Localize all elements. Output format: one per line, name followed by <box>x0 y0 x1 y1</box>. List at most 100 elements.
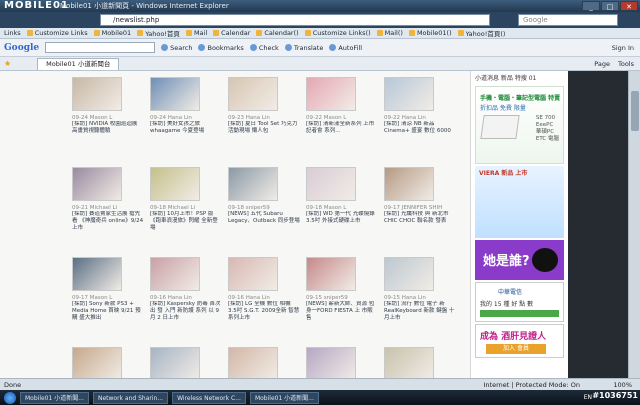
tools-menu[interactable]: Tools <box>618 60 634 68</box>
news-card[interactable] <box>384 347 454 378</box>
ad-who-is-she[interactable]: 她是誰? <box>475 240 564 280</box>
link-yahoo[interactable]: Yahoo!首頁 <box>137 28 180 38</box>
start-button-icon[interactable] <box>4 391 16 404</box>
news-card[interactable] <box>150 347 220 378</box>
news-card[interactable]: 09-15 sniper59 [NEWS] 嶄新大師、資源 包 身一FORD FI… <box>306 257 376 323</box>
news-thumbnail[interactable] <box>384 77 434 111</box>
news-title-link[interactable]: [NEWS] 嶄新大師、資源 包 身一FORD FIESTA 上 市販售 <box>306 301 378 323</box>
news-title-link[interactable]: [採訪] 清新漾全新系列 上市記者會 系列... <box>306 121 378 143</box>
news-thumbnail[interactable] <box>72 167 122 201</box>
join-button[interactable]: 加入 會員 <box>486 344 546 354</box>
link-calendar-2[interactable]: Calendar() <box>256 29 299 37</box>
news-thumbnail[interactable] <box>150 347 200 378</box>
translate-icon <box>284 44 292 51</box>
tab-mobile01[interactable]: Mobile01 小道新聞台 <box>37 57 120 70</box>
taskbar-item[interactable]: Mobile01 小道新聞... <box>20 391 89 404</box>
ad-laptop[interactable]: 手機・電腦・筆記型電腦 特賣 折扣品 免費 限量 SE 700 EeePC 華碩P… <box>475 86 564 164</box>
news-card[interactable]: 09-23 Hana Lin [採訪] 夏日 Tool Set 巧克力 活動現場 … <box>228 77 298 143</box>
ad-headline: 她是誰? <box>483 254 530 269</box>
link-mail[interactable]: Mail <box>185 29 207 37</box>
news-thumbnail[interactable] <box>72 77 122 111</box>
news-thumbnail[interactable] <box>72 347 122 378</box>
zoom-level[interactable]: 100% <box>613 381 632 389</box>
news-title-link[interactable]: [採訪] 美好女孩之旅 whaagame 今夏登場 <box>150 121 222 143</box>
link-mobile01[interactable]: Mobile01 <box>93 29 131 37</box>
google-toolbar: Google Search Bookmarks Check Translate … <box>0 39 640 57</box>
bookmarks-button[interactable]: Bookmarks <box>198 44 244 52</box>
news-title-link[interactable]: [採訪] NVIDIA 校園巡迴展 高畫質視聽體驗 <box>72 121 144 143</box>
news-thumbnail[interactable] <box>306 167 356 201</box>
favorites-star-icon[interactable]: ★ <box>4 59 11 68</box>
news-card[interactable]: 09-24 Mason L [採訪] NVIDIA 校園巡迴展 高畫質視聽體驗 <box>72 77 142 143</box>
page-menu[interactable]: Page <box>594 60 610 68</box>
news-card[interactable]: 09-17 JENNIFER SHIH [採訪] 光纖科技 與 新北市 CHIC … <box>384 167 454 233</box>
check-button[interactable]: Check <box>249 44 279 52</box>
signin-button[interactable]: Sign In <box>612 44 640 52</box>
check-icon <box>249 44 257 51</box>
news-title-link[interactable]: [採訪] Kaspersky 防毒 首次出 發 入門 新防護 系列 以 9月 2… <box>150 301 222 323</box>
google-search-input[interactable] <box>45 42 156 53</box>
link-customize-2[interactable]: Customize Links() <box>304 29 371 37</box>
news-card[interactable] <box>228 347 298 378</box>
link-mobile01-2[interactable]: Mobile01() <box>408 29 452 37</box>
news-title-link[interactable]: [採訪] 清涼 NB 新品 Cinema+ 盛宴 數位 6000 <box>384 121 456 143</box>
vertical-scrollbar[interactable] <box>628 71 640 378</box>
news-thumbnail[interactable] <box>150 257 200 291</box>
news-thumbnail[interactable] <box>228 77 278 111</box>
news-card[interactable]: 09-24 Hana Lin [採訪] 美好女孩之旅 whaagame 今夏登場 <box>150 77 220 143</box>
news-title-link[interactable]: [採訪] 10月上市！PSP 版 《跑車浪漫旅》閃耀 全新登場 <box>150 211 222 233</box>
news-title-link[interactable]: [NEWS] 五代 Subaru Legacy、Outback 同步登場 <box>228 211 300 233</box>
taskbar-item[interactable]: Mobile01 小道新聞... <box>249 391 319 404</box>
ad-join[interactable]: 成為 酒肝見證人 加入 會員 <box>475 324 564 358</box>
news-thumbnail[interactable] <box>306 257 356 291</box>
favicon-icon <box>376 30 383 36</box>
news-thumbnail[interactable] <box>306 347 356 378</box>
url-field[interactable]: /newslist.php <box>100 14 490 26</box>
news-card[interactable] <box>72 347 142 378</box>
link-customize[interactable]: Customize Links <box>26 29 88 37</box>
news-title-link[interactable]: [採訪] Sony 新款 PS3 + Media Home 首映 9/21 預購… <box>72 301 144 323</box>
ad-viera[interactable]: VIERA 新品 上市 <box>475 166 564 238</box>
news-thumbnail[interactable] <box>150 167 200 201</box>
news-title-link[interactable]: [採訪] 光纖科技 與 新北市 CHIC CHOC 聯名款 發表 <box>384 211 456 233</box>
news-thumbnail[interactable] <box>150 77 200 111</box>
maximize-button[interactable]: □ <box>601 1 619 11</box>
news-title-link[interactable]: [採訪] 流行 數位 電子 新 RealKeyboard 新款 鍵盤 十月上市 <box>384 301 456 323</box>
news-card[interactable]: 09-22 Mason L [採訪] 清新漾全新系列 上市記者會 系列... <box>306 77 376 143</box>
link-mail-2[interactable]: Mail() <box>376 29 403 37</box>
news-card[interactable]: 09-21 Michael Li [採訪] 賽道賣家生活展 搶先看 《神魔奇兵 o… <box>72 167 144 233</box>
news-card[interactable] <box>306 347 376 378</box>
news-title-link[interactable]: [採訪] WD 第一代 光碟燒錄 3.5吋 外接式硬碟上市 <box>306 211 378 233</box>
news-thumbnail[interactable] <box>384 257 434 291</box>
search-box[interactable]: Google <box>518 14 618 26</box>
google-search-button[interactable]: Search <box>161 44 192 52</box>
news-thumbnail[interactable] <box>72 257 122 291</box>
taskbar-item[interactable]: Network and Sharin... <box>92 391 169 404</box>
news-title-link[interactable]: [採訪] 夏日 Tool Set 巧克力 活動現場 懶人包 <box>228 121 300 143</box>
news-card[interactable]: 09-22 Hana Lin [採訪] 清涼 NB 新品 Cinema+ 盛宴 數… <box>384 77 454 143</box>
link-calendar[interactable]: Calendar <box>213 29 250 37</box>
news-title-link[interactable]: [採訪] 賽道賣家生活展 搶先看 《神魔奇兵 online》9/24上市 <box>72 211 144 233</box>
minimize-button[interactable]: _ <box>582 1 600 11</box>
news-thumbnail[interactable] <box>384 347 434 378</box>
translate-button[interactable]: Translate <box>284 44 323 52</box>
news-card[interactable]: 09-16 Hana Lin [採訪] Kaspersky 防毒 首次出 發 入門… <box>150 257 222 323</box>
news-card[interactable]: 09-15 Hana Lin [採訪] 流行 數位 電子 新 RealKeyboa… <box>384 257 454 323</box>
link-yahoo-2[interactable]: Yahoo!首頁() <box>457 28 505 38</box>
news-title-link[interactable]: [採訪] LG 全機 數位 相機 3.5吋 S.G.T. 2009全新 智慧 系… <box>228 301 300 323</box>
close-button[interactable]: ✕ <box>620 1 638 11</box>
autofill-button[interactable]: AutoFill <box>329 44 362 52</box>
news-card[interactable]: 09-18 Mason L [採訪] WD 第一代 光碟燒錄 3.5吋 外接式硬碟… <box>306 167 376 233</box>
news-thumbnail[interactable] <box>228 167 278 201</box>
news-card[interactable]: 09-18 Michael Li [採訪] 10月上市！PSP 版 《跑車浪漫旅》… <box>150 167 220 233</box>
news-thumbnail[interactable] <box>306 77 356 111</box>
news-thumbnail[interactable] <box>228 347 278 378</box>
news-thumbnail[interactable] <box>384 167 434 201</box>
news-card[interactable]: 09-17 Mason L [採訪] Sony 新款 PS3 + Media Ho… <box>72 257 142 323</box>
scrollbar-thumb[interactable] <box>631 91 639 131</box>
news-card[interactable]: 09-18 sniper59 [NEWS] 五代 Subaru Legacy、Ou… <box>228 167 300 233</box>
taskbar-item[interactable]: Wireless Network C... <box>172 391 246 404</box>
news-card[interactable]: 09-16 Hana Lin [採訪] LG 全機 數位 相機 3.5吋 S.G.… <box>228 257 300 323</box>
ad-telecom[interactable]: 中華電信 我的 15 種 好 點 數 <box>475 282 564 322</box>
news-thumbnail[interactable] <box>228 257 278 291</box>
